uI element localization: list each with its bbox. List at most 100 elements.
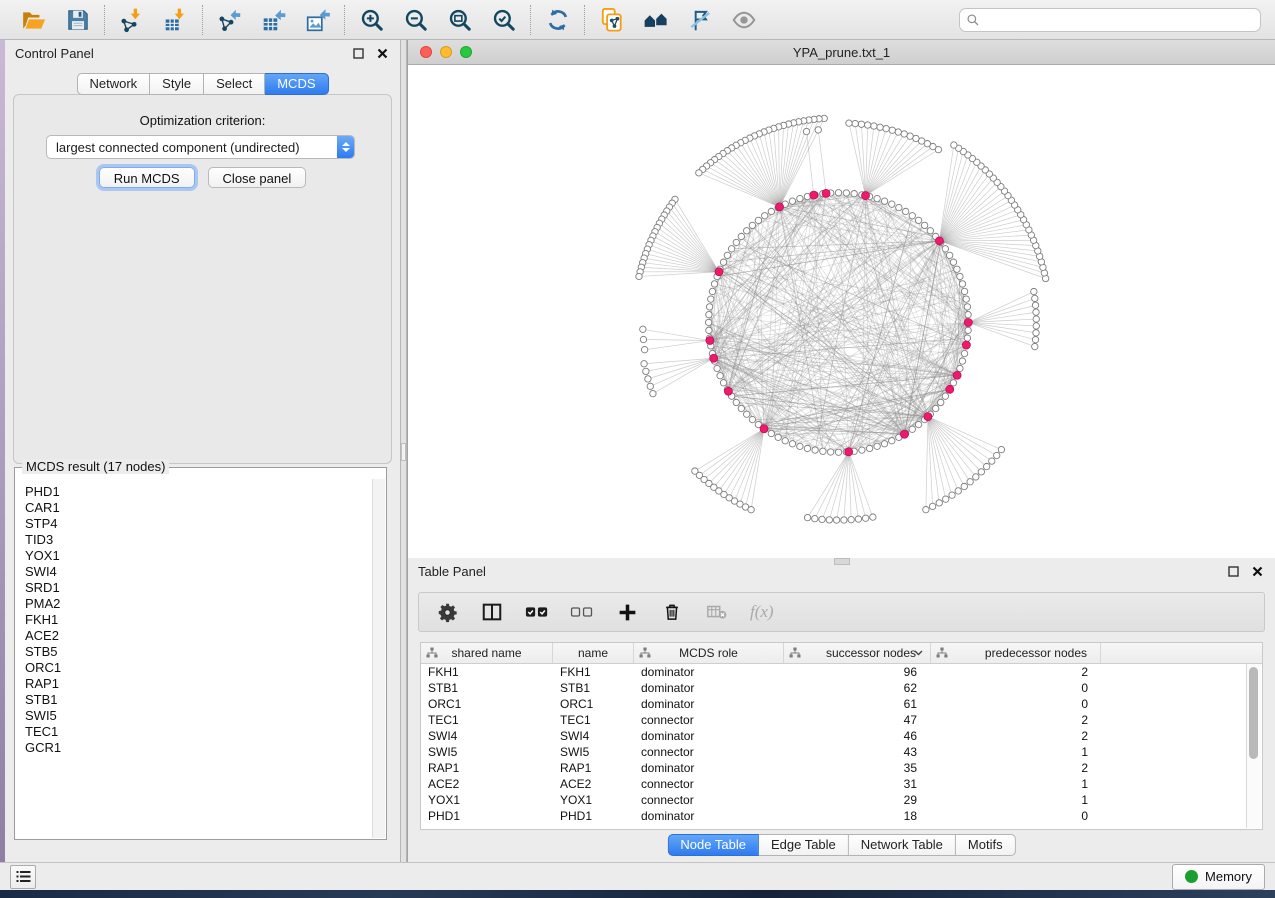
network-node[interactable] xyxy=(901,131,907,137)
network-node[interactable] xyxy=(804,445,810,451)
network-node[interactable] xyxy=(954,266,960,272)
network-node[interactable] xyxy=(743,228,749,234)
open-session-icon[interactable] xyxy=(20,6,48,34)
settings-icon[interactable] xyxy=(435,600,459,624)
float-panel-icon[interactable] xyxy=(1225,563,1241,579)
network-node[interactable] xyxy=(762,213,768,219)
network-node[interactable] xyxy=(720,380,726,386)
dominator-node[interactable] xyxy=(776,203,784,211)
mcds-result-item[interactable]: TID3 xyxy=(25,532,372,548)
tab-select[interactable]: Select xyxy=(204,73,265,95)
network-node[interactable] xyxy=(650,390,656,396)
dominator-node[interactable] xyxy=(710,354,718,362)
network-node[interactable] xyxy=(755,217,761,223)
close-panel-icon[interactable] xyxy=(374,45,390,61)
dominator-node[interactable] xyxy=(822,189,830,197)
network-node[interactable] xyxy=(645,376,651,382)
network-node[interactable] xyxy=(717,373,723,379)
network-node[interactable] xyxy=(965,311,971,317)
mcds-result-item[interactable]: TEC1 xyxy=(25,724,372,740)
mcds-result-item[interactable]: FKH1 xyxy=(25,612,372,628)
network-node[interactable] xyxy=(907,133,913,139)
network-node[interactable] xyxy=(870,514,876,520)
tab-network-table[interactable]: Network Table xyxy=(849,834,956,856)
network-node[interactable] xyxy=(989,458,995,464)
table-row[interactable]: ORC1ORC1dominator610 xyxy=(421,696,1262,712)
network-node[interactable] xyxy=(950,259,956,265)
table-row[interactable]: RAP1RAP1dominator352 xyxy=(421,760,1262,776)
tab-node-table[interactable]: Node Table xyxy=(667,834,759,856)
network-node[interactable] xyxy=(846,120,852,126)
network-node[interactable] xyxy=(915,217,921,223)
dominator-node[interactable] xyxy=(935,237,943,245)
tab-network[interactable]: Network xyxy=(76,73,150,95)
network-node[interactable] xyxy=(812,515,818,521)
column-header-name[interactable]: name xyxy=(553,643,634,663)
network-node[interactable] xyxy=(961,288,967,294)
network-node[interactable] xyxy=(942,246,948,252)
network-node[interactable] xyxy=(1032,343,1038,349)
network-node[interactable] xyxy=(896,204,902,210)
network-node[interactable] xyxy=(961,483,967,489)
table-row[interactable]: FKH1FKH1dominator962 xyxy=(421,664,1262,680)
network-node[interactable] xyxy=(768,430,774,436)
tab-mcds[interactable]: MCDS xyxy=(265,73,328,95)
mcds-result-item[interactable]: STB5 xyxy=(25,644,372,660)
network-node[interactable] xyxy=(949,492,955,498)
column-header-successor-nodes[interactable]: successor nodes xyxy=(784,643,931,663)
network-node[interactable] xyxy=(964,304,970,310)
mcds-result-item[interactable]: PHD1 xyxy=(25,484,372,500)
network-node[interactable] xyxy=(711,281,717,287)
tab-edge-table[interactable]: Edge Table xyxy=(759,834,849,856)
network-node[interactable] xyxy=(855,516,861,522)
column-header-shared-name[interactable]: shared name xyxy=(421,643,553,663)
network-node[interactable] xyxy=(708,296,714,302)
network-node[interactable] xyxy=(889,127,895,133)
network-node[interactable] xyxy=(959,358,965,364)
dominator-node[interactable] xyxy=(953,371,961,379)
network-node[interactable] xyxy=(1032,302,1038,308)
network-node[interactable] xyxy=(720,259,726,265)
run-mcds-button[interactable]: Run MCDS xyxy=(99,167,195,188)
dominator-node[interactable] xyxy=(900,430,908,438)
network-node[interactable] xyxy=(833,517,839,523)
mcds-result-item[interactable]: SWI5 xyxy=(25,708,372,724)
network-node[interactable] xyxy=(733,239,739,245)
network-node[interactable] xyxy=(994,452,1000,458)
hide-selected-icon[interactable] xyxy=(686,6,714,34)
network-node[interactable] xyxy=(641,347,647,353)
dominator-node[interactable] xyxy=(964,318,972,326)
dominator-node[interactable] xyxy=(962,341,970,349)
dominator-node[interactable] xyxy=(862,192,870,200)
network-window-titlebar[interactable]: YPA_prune.txt_1 xyxy=(408,40,1275,65)
export-table-icon[interactable] xyxy=(260,6,288,34)
network-node[interactable] xyxy=(636,273,642,279)
tab-motifs[interactable]: Motifs xyxy=(956,834,1016,856)
network-node[interactable] xyxy=(909,213,915,219)
network-node[interactable] xyxy=(858,121,864,127)
dominator-node[interactable] xyxy=(845,448,853,456)
network-node[interactable] xyxy=(714,365,720,371)
table-row[interactable]: PHD1PHD1dominator180 xyxy=(421,808,1262,824)
network-node[interactable] xyxy=(965,327,971,333)
network-node[interactable] xyxy=(835,449,841,455)
network-node[interactable] xyxy=(978,469,984,475)
mcds-result-item[interactable]: STP4 xyxy=(25,516,372,532)
select-all-icon[interactable] xyxy=(525,600,549,624)
network-node[interactable] xyxy=(789,441,795,447)
network-node[interactable] xyxy=(921,222,927,228)
network-node[interactable] xyxy=(889,438,895,444)
network-node[interactable] xyxy=(959,281,965,287)
network-node[interactable] xyxy=(782,438,788,444)
export-network-icon[interactable] xyxy=(216,6,244,34)
network-node[interactable] xyxy=(961,350,967,356)
network-node[interactable] xyxy=(862,515,868,521)
memory-button[interactable]: Memory xyxy=(1172,864,1265,890)
dominator-node[interactable] xyxy=(724,387,732,395)
network-node[interactable] xyxy=(797,195,803,201)
dominator-node[interactable] xyxy=(760,425,768,433)
network-node[interactable] xyxy=(889,201,895,207)
show-columns-icon[interactable] xyxy=(480,600,504,624)
network-node[interactable] xyxy=(724,252,730,258)
network-node[interactable] xyxy=(852,120,858,126)
